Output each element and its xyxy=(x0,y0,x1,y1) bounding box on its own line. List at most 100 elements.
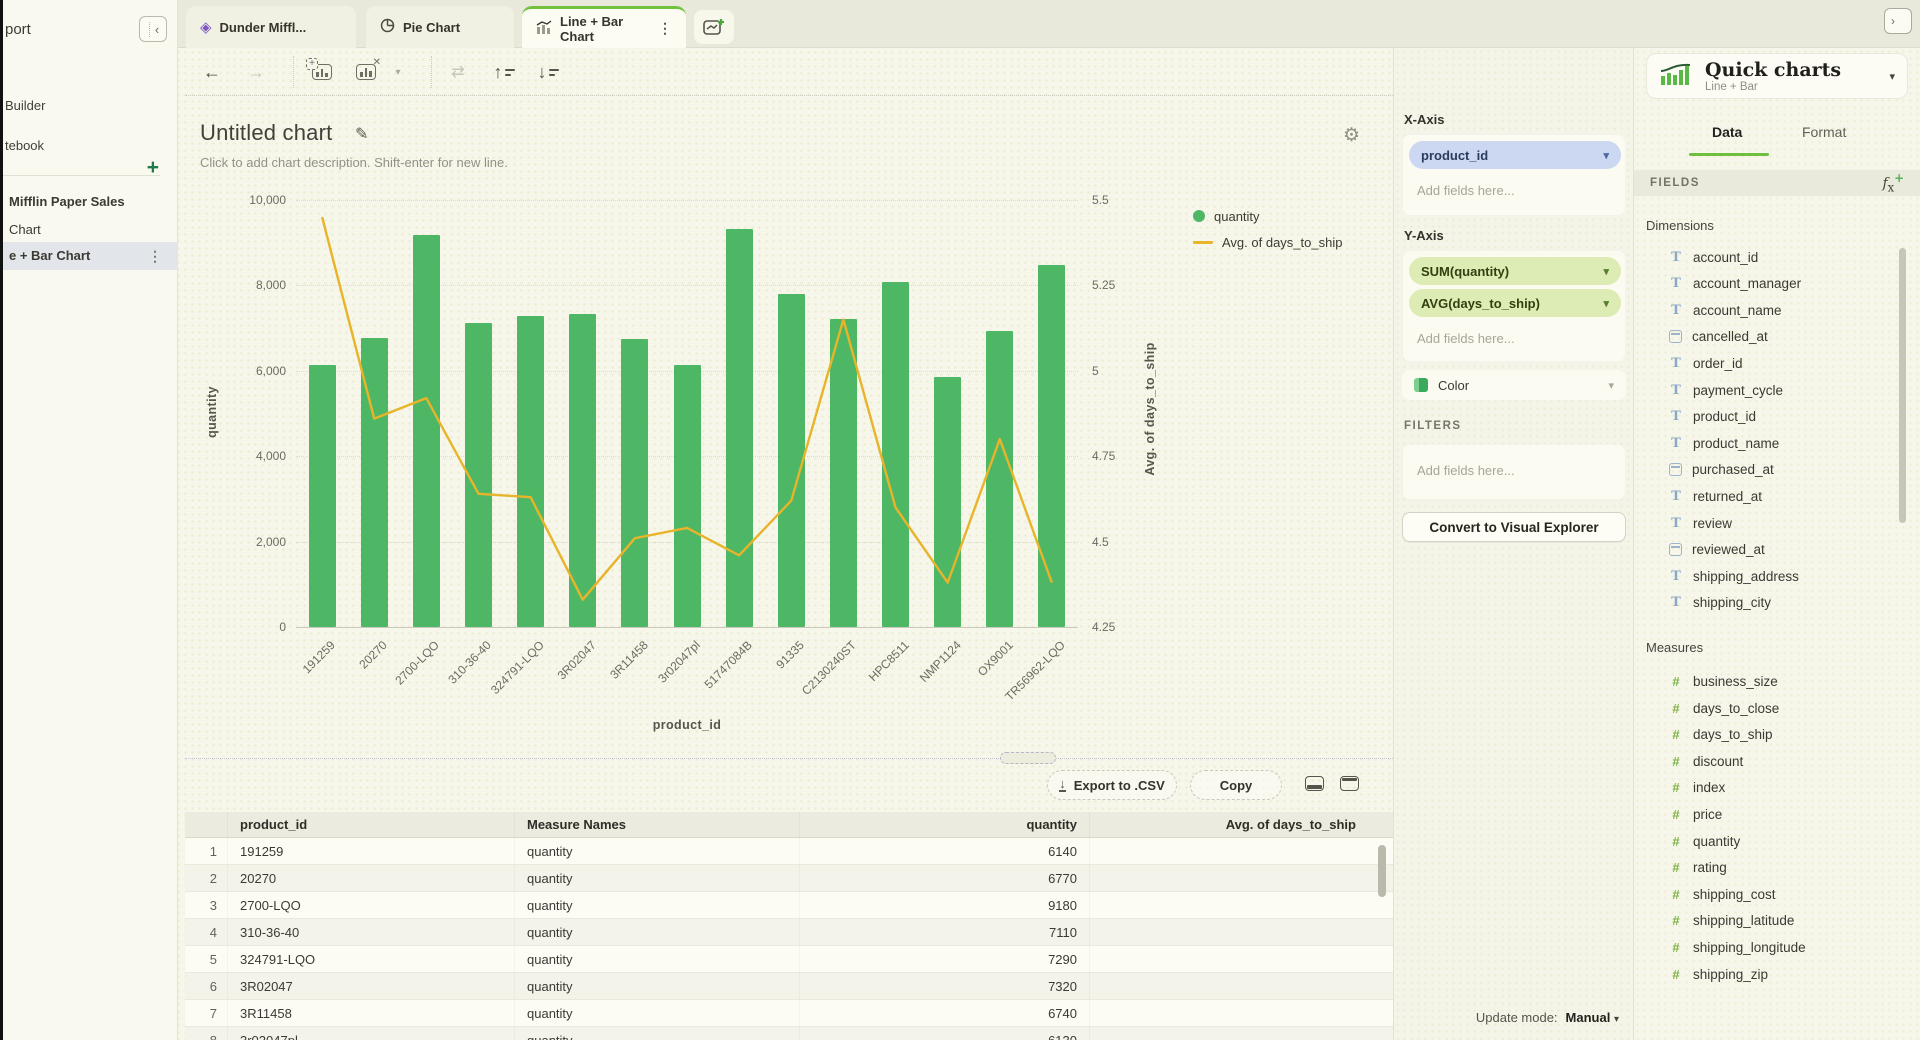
chart-title[interactable]: Untitled chart xyxy=(200,120,332,146)
dimension-item-account_name[interactable]: Taccount_name xyxy=(1634,297,1904,323)
chart-description-placeholder[interactable]: Click to add chart description. Shift-en… xyxy=(200,155,508,170)
y-axis-field-pill-sum-quantity[interactable]: SUM(quantity) ▾ xyxy=(1409,257,1621,285)
results-table[interactable]: product_idMeasure NamesquantityAvg. of d… xyxy=(185,812,1393,1040)
sidebar-item-pie-chart[interactable]: Chart xyxy=(3,216,178,244)
table-row[interactable]: 32700-LQOquantity9180 xyxy=(185,892,1393,919)
x-axis-field-pill[interactable]: product_id ▾ xyxy=(1409,141,1621,169)
legend-item-quantity[interactable]: quantity xyxy=(1193,203,1342,229)
measure-item-shipping_latitude[interactable]: #shipping_latitude xyxy=(1634,908,1904,934)
table-row[interactable]: 4310-36-40quantity7110 xyxy=(185,919,1393,946)
table-row[interactable]: 220270quantity6770 xyxy=(185,865,1393,892)
measure-item-shipping_longitude[interactable]: #shipping_longitude xyxy=(1634,934,1904,960)
dimension-item-shipping_address[interactable]: Tshipping_address xyxy=(1634,563,1904,589)
dimension-item-cancelled_at[interactable]: cancelled_at xyxy=(1634,324,1904,350)
y-axis-field-pill-avg-days-to-ship[interactable]: AVG(days_to_ship) ▾ xyxy=(1409,289,1621,317)
measure-item-rating[interactable]: #rating xyxy=(1634,855,1904,881)
chart-settings-gear-icon[interactable]: ⚙ xyxy=(1343,124,1360,147)
fields-scrollbar[interactable] xyxy=(1899,248,1906,523)
table-row[interactable]: 63R02047quantity7320 xyxy=(185,973,1393,1000)
plot-area[interactable] xyxy=(296,200,1078,627)
dimension-item-product_id[interactable]: Tproduct_id xyxy=(1634,404,1904,430)
chevron-down-icon[interactable]: ▾ xyxy=(1603,149,1609,162)
chart-config-panel: X-Axis product_id ▾ Add fields here... Y… xyxy=(1393,48,1633,1040)
filters-field-well[interactable]: Add fields here... xyxy=(1402,444,1626,500)
chart-type-selector[interactable]: Quick charts Line + Bar ▾ xyxy=(1646,53,1908,99)
undo-button[interactable]: ← xyxy=(197,58,227,86)
swap-axes-icon[interactable]: ⇄ xyxy=(443,58,473,86)
dimension-item-payment_cycle[interactable]: Tpayment_cycle xyxy=(1634,377,1904,403)
collapse-sidebar-icon[interactable]: ‹ xyxy=(139,16,167,42)
remove-chart-dropdown[interactable]: ▾ xyxy=(383,58,413,86)
chevron-down-icon[interactable]: ▾ xyxy=(1608,379,1614,392)
sidebar-item-mifflin-paper-sales[interactable]: Mifflin Paper Sales xyxy=(3,188,178,216)
duplicate-chart-button[interactable]: + xyxy=(307,58,337,86)
tab-kebab-menu-icon[interactable]: ⋮ xyxy=(658,20,672,37)
chevron-down-icon[interactable]: ▾ xyxy=(1889,70,1895,83)
resize-drag-handle[interactable] xyxy=(1000,752,1056,764)
tab-pie-chart[interactable]: Pie Chart xyxy=(366,6,514,48)
dimension-item-review[interactable]: Treview xyxy=(1634,510,1904,536)
field-label: shipping_longitude xyxy=(1693,940,1806,955)
table-row[interactable]: 83r02047plquantity6130 xyxy=(185,1027,1393,1040)
column-header-avg-of-days-to-ship[interactable]: Avg. of days_to_ship xyxy=(1090,812,1368,837)
sort-ascending-button[interactable]: ↑ xyxy=(489,58,519,86)
collapse-table-icon[interactable] xyxy=(1305,776,1324,791)
dimension-item-reviewed_at[interactable]: reviewed_at xyxy=(1634,537,1904,563)
table-row[interactable]: 73R11458quantity6740 xyxy=(185,1000,1393,1027)
measure-item-shipping_zip[interactable]: #shipping_zip xyxy=(1634,961,1904,987)
y-axis-field-well[interactable]: SUM(quantity) ▾ AVG(days_to_ship) ▾ Add … xyxy=(1402,250,1626,362)
measure-item-index[interactable]: #index xyxy=(1634,775,1904,801)
add-fields-placeholder[interactable]: Add fields here... xyxy=(1417,183,1515,198)
table-row[interactable]: 1191259quantity6140 xyxy=(185,838,1393,865)
redo-button[interactable]: → xyxy=(241,58,271,86)
table-scrollbar[interactable] xyxy=(1378,845,1386,897)
x-axis-field-well[interactable]: product_id ▾ Add fields here... xyxy=(1402,134,1626,216)
sort-descending-button[interactable]: ↓ xyxy=(533,58,563,86)
toggle-right-panel-icon[interactable]: › xyxy=(1884,8,1912,34)
kebab-menu-icon[interactable]: ⋮ xyxy=(148,242,162,270)
add-page-button[interactable]: + xyxy=(147,156,159,180)
measure-item-quantity[interactable]: #quantity xyxy=(1634,828,1904,854)
sidebar-item-notebook[interactable]: tebook xyxy=(5,126,45,166)
measure-item-days_to_close[interactable]: #days_to_close xyxy=(1634,695,1904,721)
chevron-down-icon[interactable]: ▾ xyxy=(1603,265,1609,278)
tab-data[interactable]: Data xyxy=(1712,124,1742,140)
measure-item-shipping_cost[interactable]: #shipping_cost xyxy=(1634,881,1904,907)
tab-dunder-mifflin[interactable]: ◈ Dunder Miffl... xyxy=(186,6,356,48)
column-header-quantity[interactable]: quantity xyxy=(800,812,1090,837)
export-csv-button[interactable]: ↓ Export to .CSV xyxy=(1047,770,1177,800)
new-chart-tab-button[interactable] xyxy=(694,10,734,44)
active-tab-underline xyxy=(1689,153,1769,156)
add-fields-placeholder[interactable]: Add fields here... xyxy=(1417,463,1515,478)
table-row[interactable]: 5324791-LQOquantity7290 xyxy=(185,946,1393,973)
tab-format[interactable]: Format xyxy=(1802,124,1846,140)
remove-chart-button[interactable]: ✕ xyxy=(351,58,381,86)
update-mode-control[interactable]: Update mode:Manual ▾ xyxy=(1476,1010,1619,1025)
chevron-down-icon[interactable]: ▾ xyxy=(1603,297,1609,310)
dimension-item-account_manager[interactable]: Taccount_manager xyxy=(1634,271,1904,297)
tab-line-bar-chart[interactable]: Line + Bar Chart ⋮ xyxy=(522,6,686,48)
dimension-item-account_id[interactable]: Taccount_id xyxy=(1634,244,1904,270)
column-header-measure-names[interactable]: Measure Names xyxy=(515,812,800,837)
dimension-item-order_id[interactable]: Torder_id xyxy=(1634,350,1904,376)
legend-item-avg-of-days-to-ship[interactable]: Avg. of days_to_ship xyxy=(1193,229,1342,255)
sidebar-item-builder[interactable]: Builder xyxy=(5,86,45,126)
sidebar-item-line-bar-chart[interactable]: e + Bar Chart ⋮ xyxy=(3,242,178,270)
copy-button[interactable]: Copy xyxy=(1190,770,1282,800)
color-encoding-row[interactable]: Color ▾ xyxy=(1402,370,1626,400)
expand-table-icon[interactable] xyxy=(1340,776,1359,791)
dimension-item-returned_at[interactable]: Treturned_at xyxy=(1634,483,1904,509)
measure-item-price[interactable]: #price xyxy=(1634,801,1904,827)
chevron-down-icon[interactable]: ▾ xyxy=(1614,1014,1619,1025)
edit-title-pencil-icon[interactable]: ✎ xyxy=(355,124,368,144)
add-fields-placeholder[interactable]: Add fields here... xyxy=(1417,331,1515,346)
convert-to-visual-explorer-button[interactable]: Convert to Visual Explorer xyxy=(1402,512,1626,542)
add-formula-fx-icon[interactable]: fx+ xyxy=(1882,171,1904,194)
measure-item-discount[interactable]: #discount xyxy=(1634,748,1904,774)
dimension-item-product_name[interactable]: Tproduct_name xyxy=(1634,430,1904,456)
column-header-product-id[interactable]: product_id xyxy=(228,812,515,837)
measure-item-days_to_ship[interactable]: #days_to_ship xyxy=(1634,722,1904,748)
measure-item-business_size[interactable]: #business_size xyxy=(1634,668,1904,694)
dimension-item-purchased_at[interactable]: purchased_at xyxy=(1634,457,1904,483)
dimension-item-shipping_city[interactable]: Tshipping_city xyxy=(1634,590,1904,616)
